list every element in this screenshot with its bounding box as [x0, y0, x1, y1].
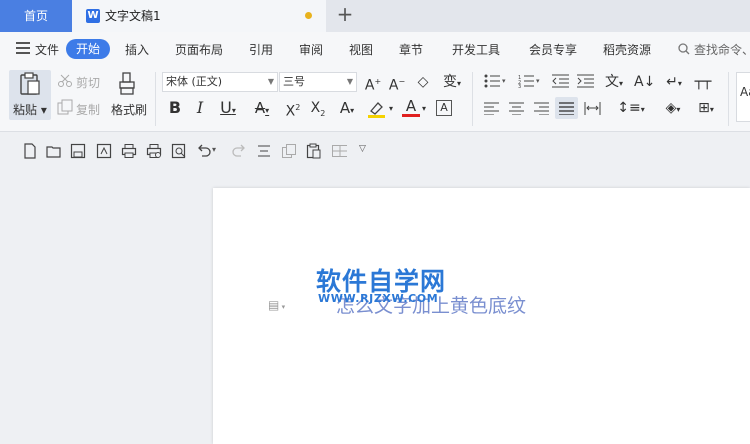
- text-effect-icon[interactable]: A▾: [334, 99, 360, 120]
- format-icon[interactable]: [256, 143, 272, 159]
- format-painter-icon[interactable]: [118, 72, 140, 96]
- menu-docer[interactable]: 稻壳资源: [603, 41, 651, 58]
- shading-icon[interactable]: ◈▾: [660, 99, 686, 119]
- add-tab-button[interactable]: +: [333, 3, 357, 27]
- copy-icon[interactable]: [281, 143, 297, 159]
- font-name-select[interactable]: 宋体 (正文) ▼: [162, 72, 278, 92]
- copy-icon: [57, 99, 73, 115]
- chevron-down-icon: ▼: [346, 77, 353, 86]
- search-command[interactable]: 查找命令、: [678, 40, 750, 58]
- scissors-icon: [58, 74, 72, 87]
- writer-icon: W: [86, 9, 100, 23]
- save-icon[interactable]: [70, 143, 86, 159]
- chevron-down-icon: ▼: [267, 77, 274, 86]
- new-doc-icon[interactable]: [22, 143, 38, 159]
- style-preview: Aa: [740, 85, 750, 99]
- shrink-font-icon[interactable]: A−: [388, 73, 406, 95]
- align-center-icon[interactable]: [509, 102, 525, 115]
- svg-text:3: 3: [518, 84, 521, 88]
- pinyin-guide-icon[interactable]: 变▾: [439, 73, 465, 93]
- subscript-icon[interactable]: X2: [308, 99, 328, 123]
- chinese-layout-icon[interactable]: 文▾: [601, 73, 627, 93]
- quick-access-toolbar: [0, 132, 750, 172]
- menu-chapter[interactable]: 章节: [399, 41, 423, 58]
- font-name-value: 宋体 (正文): [166, 75, 223, 88]
- tab-document-title: 文字文稿1: [105, 9, 161, 23]
- tab-document[interactable]: W 文字文稿1: [72, 0, 326, 32]
- paragraph-handle-icon[interactable]: ▤ ▾: [268, 298, 285, 312]
- customize-toolbar-icon[interactable]: ▽: [359, 144, 366, 154]
- grow-font-icon[interactable]: A+: [364, 73, 382, 95]
- char-border-icon[interactable]: A: [436, 100, 452, 116]
- font-color-icon[interactable]: A: [402, 98, 420, 117]
- table-icon[interactable]: [331, 143, 347, 159]
- strikethrough-icon[interactable]: A▾: [249, 99, 275, 120]
- menu-page-layout[interactable]: 页面布局: [175, 41, 223, 58]
- export-pdf-icon[interactable]: [96, 143, 112, 159]
- format-painter-button[interactable]: 格式刷: [111, 101, 147, 118]
- search-icon: [678, 43, 690, 55]
- increase-indent-icon[interactable]: [577, 74, 595, 88]
- tab-ruler-icon[interactable]: ┬┬: [693, 73, 713, 91]
- paste-icon[interactable]: [19, 72, 41, 96]
- svg-text:▾: ▾: [502, 77, 506, 85]
- bullet-list-icon[interactable]: ▾: [484, 74, 508, 88]
- borders-icon[interactable]: ⊞▾: [693, 99, 719, 119]
- chevron-down-icon[interactable]: ▾: [420, 100, 428, 118]
- menu-insert[interactable]: 插入: [125, 41, 149, 58]
- bold-icon[interactable]: B: [166, 99, 184, 117]
- menu-view[interactable]: 视图: [349, 41, 373, 58]
- hamburger-icon[interactable]: [16, 42, 30, 54]
- divider: [155, 72, 156, 126]
- copy-button[interactable]: 复制: [76, 101, 100, 118]
- menu-file[interactable]: 文件: [35, 41, 59, 58]
- numbered-list-icon[interactable]: 123▾: [518, 74, 542, 88]
- style-gallery[interactable]: Aa: [736, 72, 750, 122]
- italic-icon[interactable]: I: [191, 99, 209, 117]
- menu-developer[interactable]: 开发工具: [452, 41, 500, 58]
- align-left-icon[interactable]: [484, 102, 500, 115]
- show-marks-icon[interactable]: ↵▾: [662, 73, 686, 93]
- font-size-value: 三号: [283, 75, 305, 88]
- text-direction-icon[interactable]: A↓: [634, 73, 655, 91]
- unsaved-dot-icon: [305, 12, 312, 19]
- paste-button[interactable]: 粘贴 ▾: [13, 101, 47, 118]
- print-icon[interactable]: [121, 143, 137, 159]
- superscript-icon[interactable]: X2: [283, 99, 303, 121]
- search-placeholder: 查找命令、: [694, 43, 750, 57]
- justify-icon[interactable]: [559, 102, 575, 115]
- chevron-down-icon[interactable]: ▾: [387, 100, 395, 118]
- svg-text:▾: ▾: [536, 77, 540, 85]
- clear-format-icon[interactable]: ◇: [414, 73, 432, 91]
- redo-icon[interactable]: [231, 143, 247, 159]
- decrease-indent-icon[interactable]: [552, 74, 570, 88]
- font-size-select[interactable]: 三号 ▼: [279, 72, 357, 92]
- undo-icon[interactable]: [196, 143, 212, 159]
- line-spacing-icon[interactable]: ↕≡▾: [617, 99, 645, 119]
- align-right-icon[interactable]: [534, 102, 550, 115]
- paste-icon[interactable]: [306, 143, 322, 159]
- highlight-icon[interactable]: [367, 100, 387, 118]
- paste-label: 粘贴: [13, 103, 38, 117]
- direct-print-icon[interactable]: [146, 143, 162, 159]
- menu-member[interactable]: 会员专享: [529, 41, 577, 58]
- tab-home[interactable]: 首页: [0, 0, 72, 32]
- menu-start[interactable]: 开始: [66, 39, 110, 59]
- divider: [472, 72, 473, 126]
- print-preview-icon[interactable]: [171, 143, 187, 159]
- watermark-url: WWW.RJZXW.COM: [318, 292, 439, 305]
- chevron-down-icon[interactable]: ▾: [212, 145, 216, 154]
- cut-button[interactable]: 剪切: [76, 74, 100, 91]
- menu-references[interactable]: 引用: [249, 41, 273, 58]
- open-folder-icon[interactable]: [46, 143, 62, 159]
- underline-icon[interactable]: U▾: [215, 99, 241, 120]
- menu-review[interactable]: 审阅: [299, 41, 323, 58]
- divider: [728, 72, 729, 126]
- distributed-align-icon[interactable]: [584, 101, 602, 116]
